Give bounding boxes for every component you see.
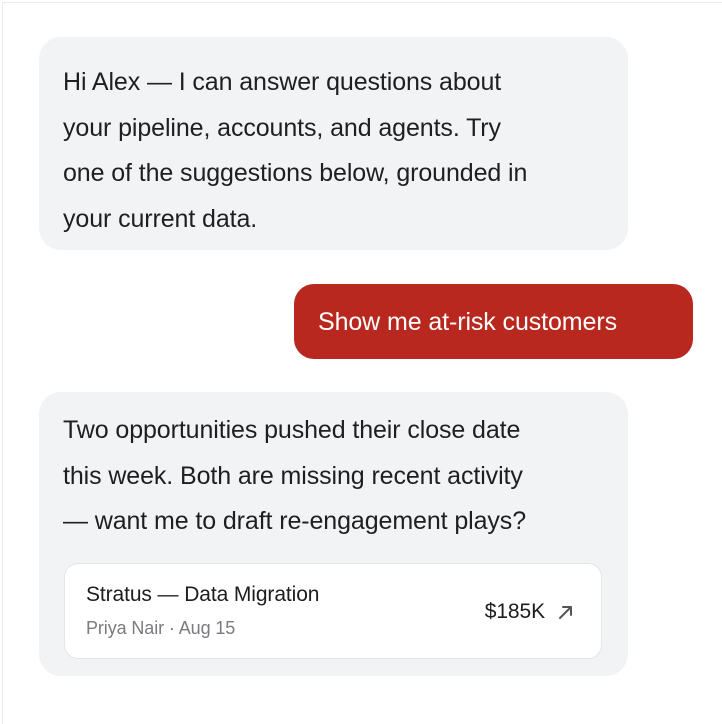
opportunity-close-date: Aug 15 [178,618,236,638]
opportunity-value: $185K [484,600,545,623]
message-line: one of the suggestions below, grounded i… [63,159,528,187]
assistant-message: Hi Alex — I can answer questions about y… [39,37,628,250]
message-line: your current data. [63,204,258,233]
chat-panel: Hi Alex — I can answer questions about y… [2,2,722,724]
arrow-up-right-icon[interactable] [555,601,577,623]
message-line: your pipeline, accounts, and agents. Try [63,113,501,142]
message-line: this week. Both are missing recent activ… [63,461,523,490]
meta-separator: · [168,618,175,638]
message-line: Two opportunities pushed their close dat… [63,416,521,444]
user-message: Show me at-risk customers [294,284,693,359]
opportunity-card[interactable]: Stratus — Data Migration Priya Nair · Au… [64,563,602,659]
opportunity-title: Stratus — Data Migration [86,583,320,606]
opportunity-owner: Priya Nair [86,618,165,638]
opportunity-meta: Priya Nair · Aug 15 [86,617,235,639]
message-line: — want me to draft re-engagement plays? [63,507,527,535]
user-message-text: Show me at-risk customers [318,307,617,336]
message-line: Hi Alex — I can answer questions about [63,68,502,96]
assistant-message: Two opportunities pushed their close dat… [39,392,628,676]
